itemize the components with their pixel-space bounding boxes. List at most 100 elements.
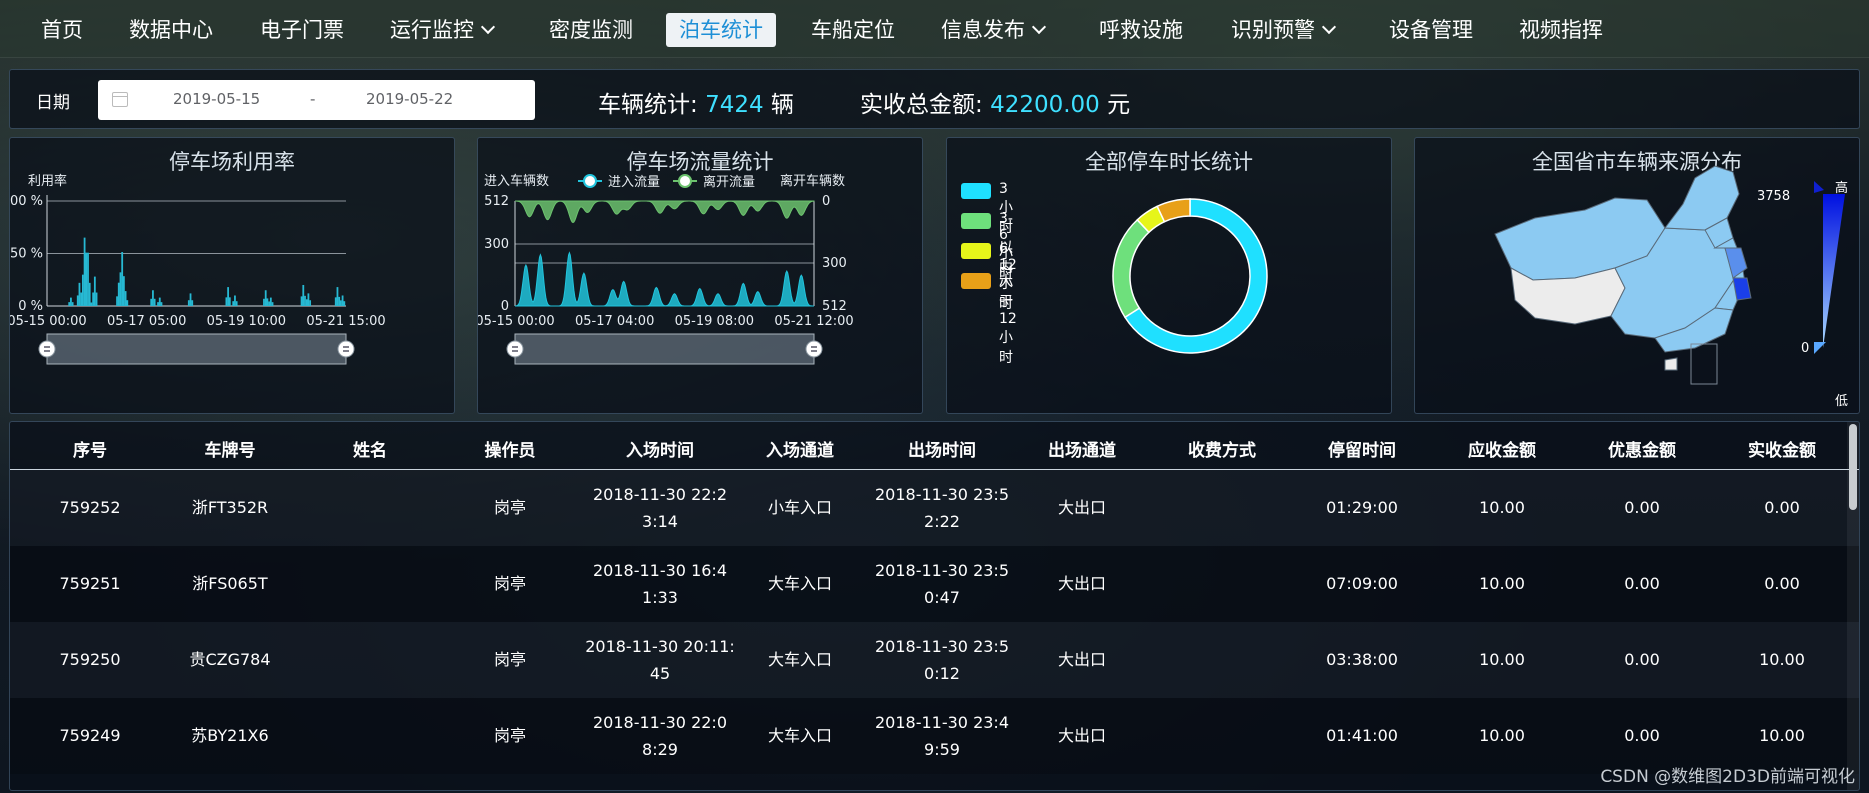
- nav-item-home[interactable]: 首页: [41, 13, 83, 47]
- utilization-bar: [235, 301, 238, 306]
- col-header[interactable]: 收费方式: [1162, 436, 1282, 461]
- nav-item-vessel-location[interactable]: 车船定位: [811, 13, 895, 47]
- utilization-chart: 利用率100 %50 %0 %05-15 00:0005-17 05:0005-…: [2, 173, 386, 365]
- utilization-bar: [266, 298, 269, 306]
- nav-item-data-center[interactable]: 数据中心: [129, 13, 213, 47]
- map-region-hainan[interactable]: [1664, 357, 1678, 371]
- utilization-bar: [121, 252, 124, 306]
- source-map-panel: 全国省市车辆来源分布 3758 0 高 低: [1414, 137, 1860, 414]
- nav-item-video[interactable]: 视频指挥: [1519, 13, 1603, 47]
- nav-item-e-ticket[interactable]: 电子门票: [260, 13, 344, 47]
- utilization-bar: [85, 252, 88, 306]
- table-row[interactable]: 759250 贵CZG784 岗亭 2018-11-30 20:11: 45 大车入口 20…: [10, 622, 1859, 698]
- nav-item-parking-stats[interactable]: 泊车统计: [666, 13, 776, 47]
- cell-text: 3:14: [642, 512, 678, 531]
- chart-title: 停车场流量统计: [626, 150, 774, 174]
- utilization-bar: [338, 296, 341, 306]
- cell-text: 1:33: [642, 588, 678, 607]
- utilization-bar: [302, 284, 305, 306]
- table-row[interactable]: 759252 浙FT352R 岗亭 2018-11-30 22:2 3:14 小车入口 20…: [10, 470, 1859, 546]
- utilization-bar: [76, 295, 79, 306]
- utilization-bar: [150, 298, 153, 306]
- utilization-bar: [263, 298, 265, 306]
- utilization-bar: [268, 301, 271, 306]
- data-zoom-slider: [514, 333, 815, 365]
- date-end-input[interactable]: 2019-05-22: [366, 90, 453, 108]
- series-area-leaving: [515, 200, 815, 224]
- date-range-picker[interactable]: 2019-05-15 - 2019-05-22: [98, 80, 535, 120]
- cell-id: 759249: [59, 726, 121, 745]
- chevron-down-icon: [480, 19, 496, 35]
- cell-out-time: 2018-11-30 23:5 2:22: [852, 481, 1032, 535]
- nav-item-warning[interactable]: 识别预警: [1231, 13, 1337, 47]
- nav-item-info-publish[interactable]: 信息发布: [941, 13, 1047, 47]
- cell-due: 10.00: [1479, 498, 1525, 517]
- cell-paid: 10.00: [1759, 650, 1805, 669]
- cell-in_gate: 大车入口: [767, 574, 832, 593]
- col-header[interactable]: 车牌号: [170, 436, 290, 461]
- nav-label: 数据中心: [129, 18, 213, 42]
- cell-out-time: 2018-11-30 23:4 9:59: [852, 709, 1032, 763]
- visual-map-handle-bottom[interactable]: [1814, 342, 1826, 354]
- col-header[interactable]: 操作员: [450, 436, 570, 461]
- col-header[interactable]: 出场时间: [872, 436, 1012, 461]
- table-row[interactable]: 759251 浙FS065T 岗亭 2018-11-30 16:4 1:33 大车入口 20…: [10, 546, 1859, 622]
- nav-item-monitoring[interactable]: 运行监控: [390, 13, 496, 47]
- visual-map-handle-top[interactable]: [1814, 181, 1824, 193]
- col-header[interactable]: 实收金额: [1722, 436, 1842, 461]
- col-header[interactable]: 出场通道: [1022, 436, 1142, 461]
- cell-in-time: 2018-11-30 22:2 3:14: [570, 481, 750, 535]
- cell-id: 759252: [59, 498, 121, 517]
- table-header: 序号 车牌号 姓名 操作员 入场时间 入场通道 出场时间 出场通道 收费方式 停…: [10, 422, 1859, 470]
- utilization-bar: [157, 302, 159, 306]
- legend-label: 进入流量: [608, 175, 660, 190]
- cell-plate: 浙FS065T: [192, 574, 268, 593]
- visual-map-min: 0: [1801, 341, 1810, 356]
- table-row[interactable]: 759249 苏BY21X6 岗亭 2018-11-30 22:0 8:29 大车入口 20…: [10, 698, 1859, 774]
- y-tick-label: 100 %: [10, 194, 43, 209]
- scrollbar-thumb[interactable]: [1849, 424, 1857, 510]
- visual-map-max: 3758: [1757, 189, 1791, 204]
- utilization-bar: [309, 300, 312, 306]
- visual-map-bar[interactable]: [1823, 194, 1845, 348]
- utilization-bar: [271, 302, 274, 306]
- nav-label: 车船定位: [811, 18, 895, 42]
- cell-text: 2018-11-30 20:11:: [585, 637, 735, 656]
- col-header[interactable]: 应收金额: [1442, 436, 1562, 461]
- cell-text: 8:29: [642, 740, 678, 759]
- table-scrollbar[interactable]: [1847, 422, 1859, 790]
- cell-operator: 岗亭: [493, 726, 526, 745]
- nav-item-density[interactable]: 密度监测: [549, 13, 633, 47]
- zoom-handle: [38, 340, 56, 358]
- date-start-input[interactable]: 2019-05-15: [173, 90, 260, 108]
- donut-slice[interactable]: [1112, 218, 1150, 319]
- cell-plate: 浙FT352R: [191, 498, 269, 517]
- cell-out-time: 2018-11-30 23:5 0:47: [852, 557, 1032, 611]
- col-header[interactable]: 姓名: [310, 436, 430, 461]
- utilization-bar: [71, 302, 74, 306]
- utilization-bar: [264, 290, 267, 306]
- utilization-bar: [191, 300, 194, 306]
- visual-map-high-label: 高: [1835, 181, 1849, 196]
- nav-label: 识别预警: [1231, 18, 1315, 42]
- col-header[interactable]: 优惠金额: [1582, 436, 1702, 461]
- cell-out_gate: 大出口: [1057, 726, 1106, 745]
- nav-label: 设备管理: [1389, 18, 1473, 42]
- col-header[interactable]: 入场通道: [740, 436, 860, 461]
- nav-item-devices[interactable]: 设备管理: [1389, 13, 1473, 47]
- zoom-handle: [506, 340, 524, 358]
- col-header[interactable]: 入场时间: [590, 436, 730, 461]
- col-header[interactable]: 停留时间: [1302, 436, 1422, 461]
- utilization-bar: [336, 287, 339, 306]
- utilization-bar: [304, 295, 306, 306]
- cell-due: 10.00: [1479, 574, 1525, 593]
- cell-out-time: 2018-11-30 23:5 0:12: [852, 633, 1032, 687]
- y-tick-label: 512: [484, 194, 509, 209]
- utilization-bar: [117, 282, 120, 306]
- y-tick-label-right: 512: [822, 299, 847, 314]
- y-tick-label-right: 0: [822, 194, 830, 209]
- donut-slice[interactable]: [1156, 198, 1191, 223]
- nav-item-rescue[interactable]: 呼救设施: [1099, 13, 1183, 47]
- utilization-bar: [78, 282, 81, 306]
- col-header[interactable]: 序号: [30, 436, 150, 461]
